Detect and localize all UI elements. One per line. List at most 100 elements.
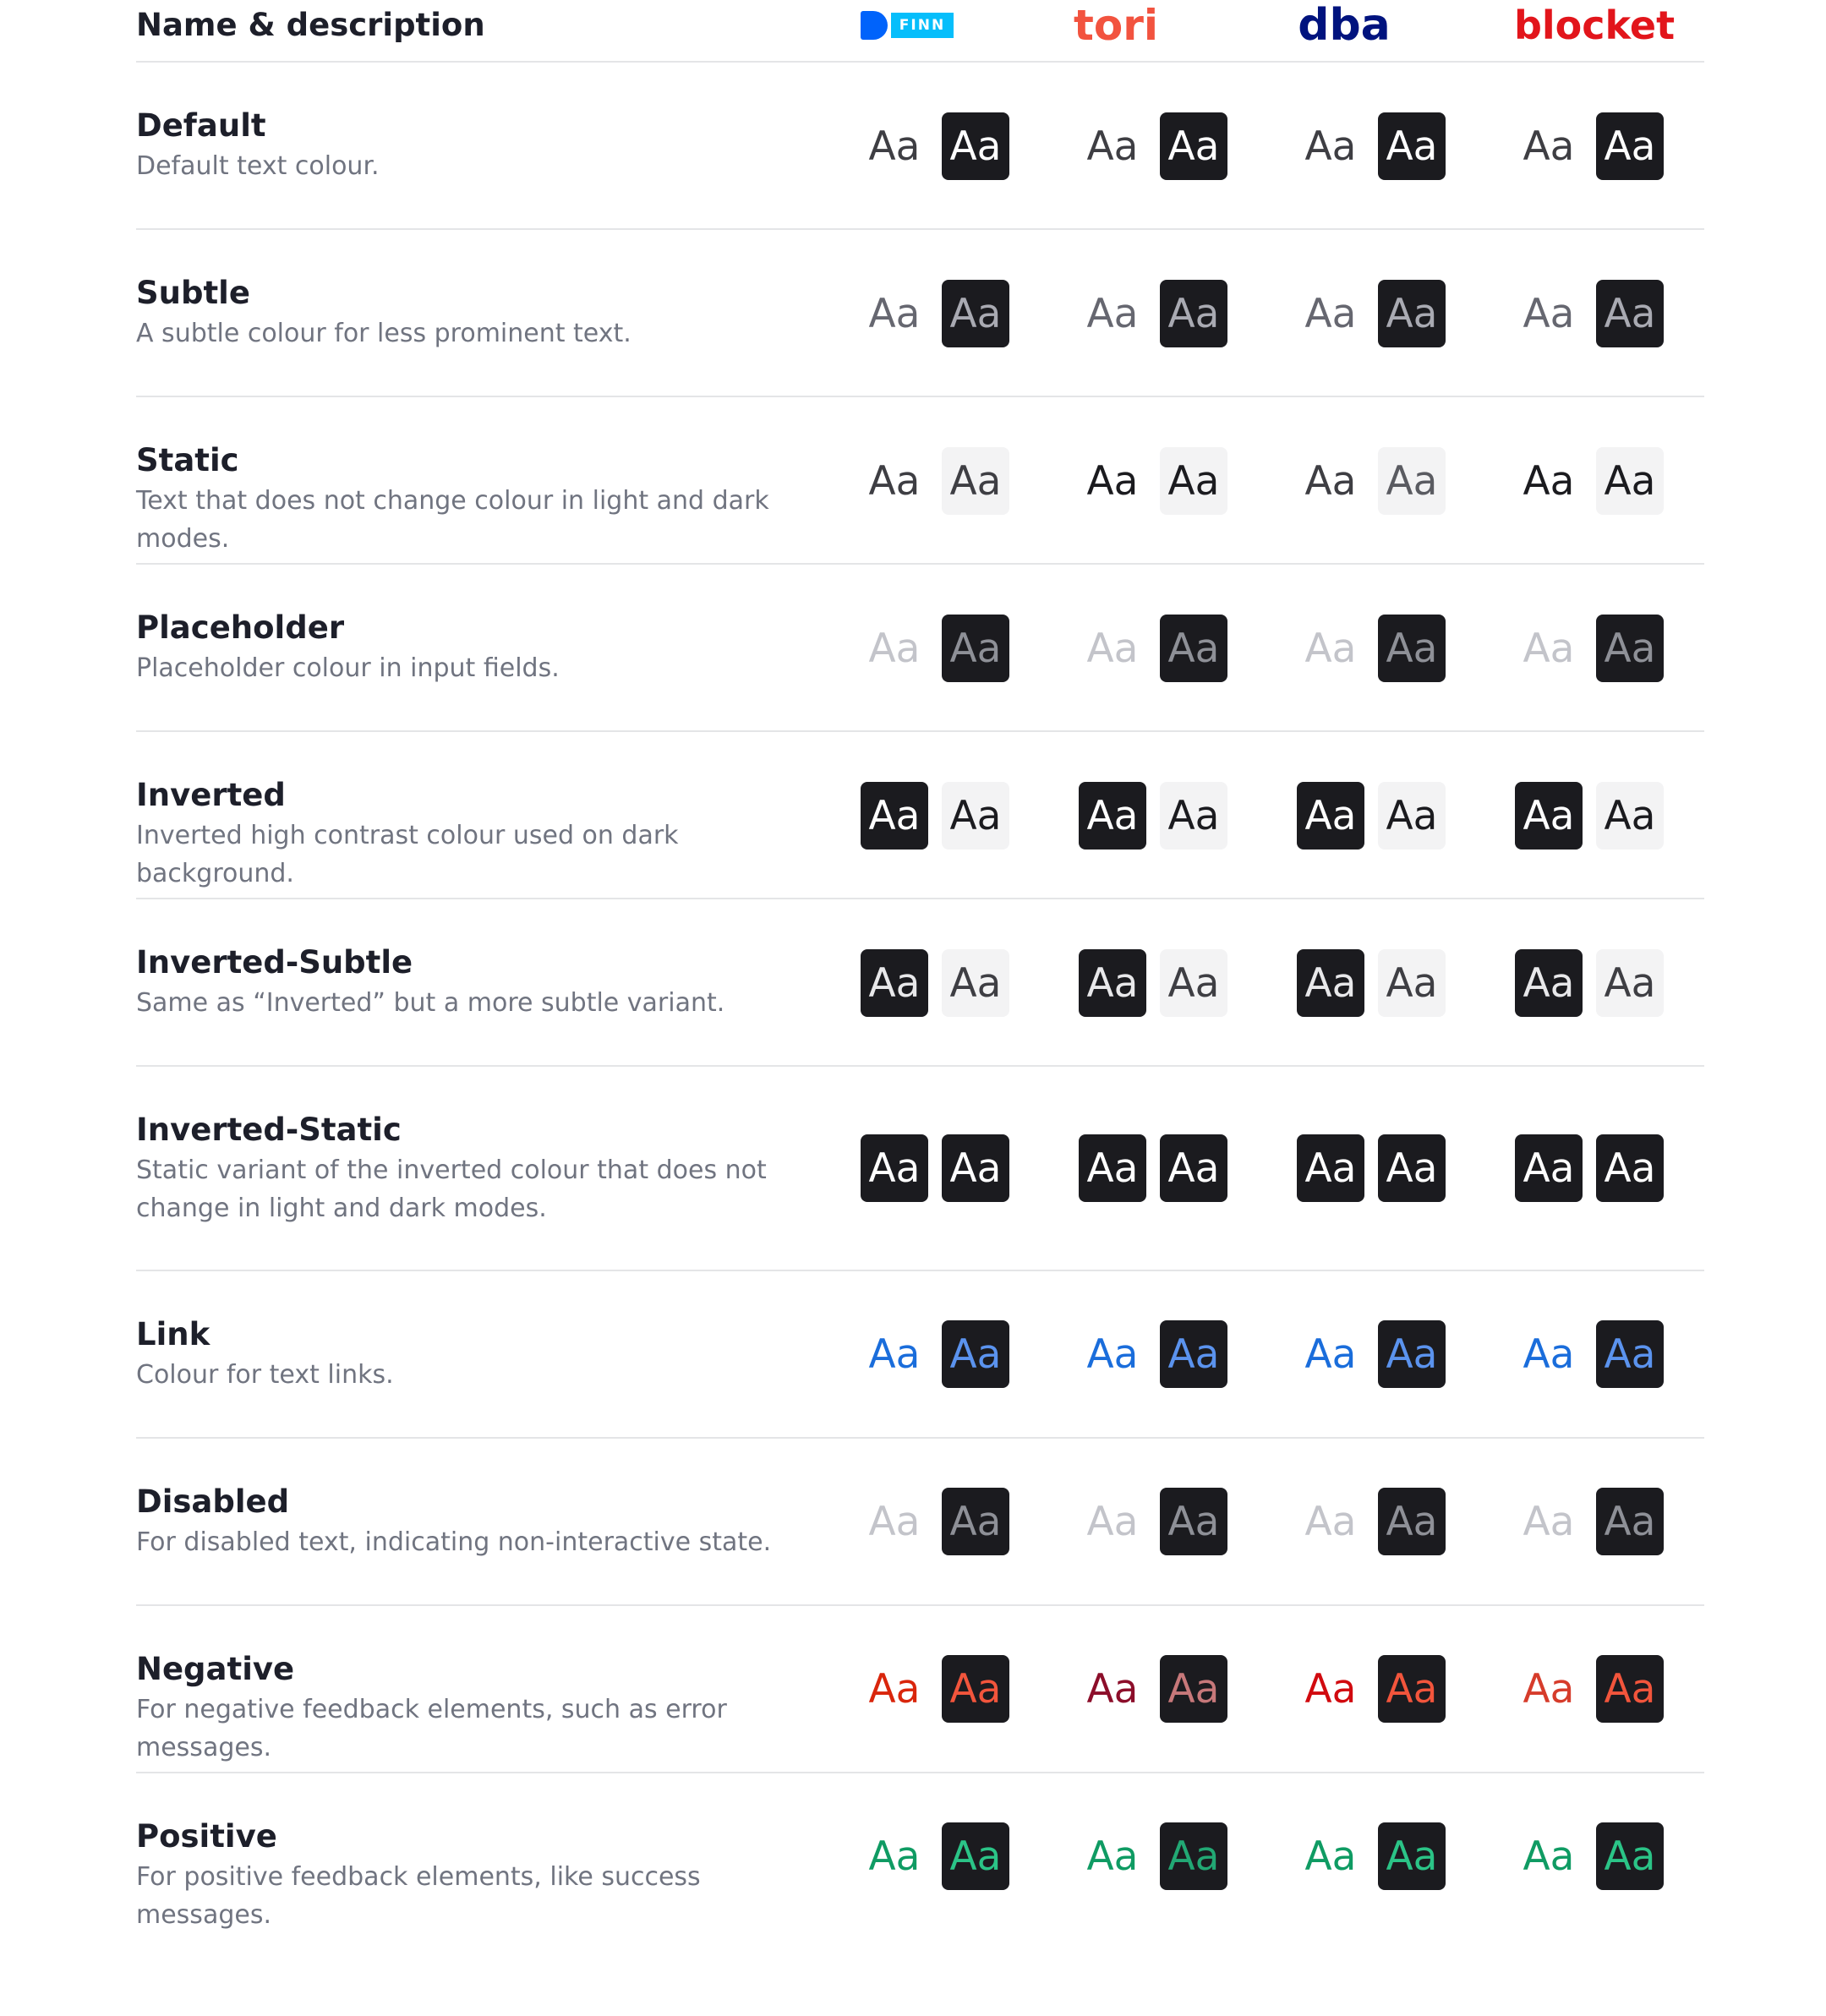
sample-dark-finn: Aa [942,112,1009,180]
sample-light-blocket: Aa [1523,625,1575,672]
token-description: Inverted high contrast colour used on da… [136,821,679,888]
sample-light-dba: Aa [1304,1330,1357,1378]
token-description: Text that does not change colour in ligh… [136,486,769,554]
column-header-name-description: Name & description [136,7,485,43]
sample-light-blocket: Aa [1523,123,1575,170]
sample-light-finn: Aa [861,1134,928,1202]
sample-light-finn: Aa [861,949,928,1017]
row-divider [136,730,1704,732]
sample-dark-blocket: Aa [1596,1655,1664,1723]
token-description: Colour for text links. [136,1360,394,1390]
token-name: Placeholder [136,609,345,646]
token-name: Negative [136,1651,295,1687]
sample-dark-blocket: Aa [1596,447,1664,515]
token-name: Link [136,1316,210,1352]
sample-light-blocket: Aa [1523,457,1575,505]
sample-light-tori: Aa [1086,457,1139,505]
token-description: For positive feedback elements, like suc… [136,1862,701,1930]
sample-dark-finn: Aa [942,1320,1009,1388]
sample-light-blocket: Aa [1523,1833,1575,1880]
sample-light-dba: Aa [1297,782,1364,850]
sample-dark-tori: Aa [1160,782,1227,850]
sample-light-finn: Aa [868,1833,921,1880]
sample-light-dba: Aa [1304,290,1357,337]
sample-light-finn: Aa [868,123,921,170]
sample-light-dba: Aa [1297,949,1364,1017]
sample-light-finn: Aa [868,1665,921,1713]
token-name: Positive [136,1818,277,1855]
sample-light-tori: Aa [1079,1134,1146,1202]
token-name: Inverted [136,777,286,813]
sample-dark-tori: Aa [1160,1134,1227,1202]
token-name: Default [136,107,266,144]
sample-dark-dba: Aa [1378,1822,1446,1890]
sample-light-dba: Aa [1297,1134,1364,1202]
sample-dark-dba: Aa [1378,1134,1446,1202]
sample-light-tori: Aa [1079,782,1146,850]
sample-dark-finn: Aa [942,1822,1009,1890]
sample-dark-dba: Aa [1378,782,1446,850]
sample-light-dba: Aa [1304,1833,1357,1880]
token-description: Static variant of the inverted colour th… [136,1156,767,1223]
sample-dark-blocket: Aa [1596,1488,1664,1555]
row-divider [136,563,1704,565]
sample-dark-tori: Aa [1160,1488,1227,1555]
sample-light-blocket: Aa [1523,290,1575,337]
sample-light-tori: Aa [1086,1665,1139,1713]
sample-light-finn: Aa [868,457,921,505]
sample-dark-finn: Aa [942,949,1009,1017]
sample-light-dba: Aa [1304,123,1357,170]
sample-dark-dba: Aa [1378,447,1446,515]
sample-dark-tori: Aa [1160,1320,1227,1388]
sample-dark-tori: Aa [1160,949,1227,1017]
sample-light-finn: Aa [868,290,921,337]
sample-dark-dba: Aa [1378,280,1446,347]
sample-light-tori: Aa [1086,625,1139,672]
sample-dark-dba: Aa [1378,112,1446,180]
sample-dark-tori: Aa [1160,112,1227,180]
sample-dark-tori: Aa [1160,447,1227,515]
row-divider [136,1604,1704,1606]
finn-logo-mark [861,11,888,40]
sample-light-blocket: Aa [1515,782,1583,850]
dba-logo: dba [1298,0,1391,51]
row-divider [136,1270,1704,1271]
token-description: Same as “Inverted” but a more subtle var… [136,988,725,1018]
sample-dark-finn: Aa [942,615,1009,682]
token-description: For negative feedback elements, such as … [136,1695,727,1762]
sample-light-tori: Aa [1086,123,1139,170]
sample-dark-dba: Aa [1378,1655,1446,1723]
row-divider [136,1065,1704,1067]
sample-dark-blocket: Aa [1596,782,1664,850]
sample-dark-blocket: Aa [1596,949,1664,1017]
sample-light-blocket: Aa [1523,1498,1575,1545]
sample-dark-blocket: Aa [1596,1320,1664,1388]
finn-logo: FINN [859,0,955,51]
token-name: Subtle [136,275,250,311]
sample-light-finn: Aa [868,1330,921,1378]
sample-light-tori: Aa [1086,290,1139,337]
sample-dark-blocket: Aa [1596,1134,1664,1202]
sample-light-dba: Aa [1304,625,1357,672]
sample-light-dba: Aa [1304,1665,1357,1713]
blocket-logo: blocket [1513,3,1676,48]
row-divider [136,898,1704,899]
sample-light-blocket: Aa [1523,1330,1575,1378]
sample-light-tori: Aa [1086,1833,1139,1880]
sample-dark-dba: Aa [1378,1320,1446,1388]
sample-dark-finn: Aa [942,1488,1009,1555]
sample-dark-dba: Aa [1378,1488,1446,1555]
row-divider [136,396,1704,397]
sample-dark-tori: Aa [1160,280,1227,347]
row-divider [136,228,1704,230]
sample-dark-finn: Aa [942,280,1009,347]
sample-dark-blocket: Aa [1596,1822,1664,1890]
sample-dark-dba: Aa [1378,615,1446,682]
tori-logo: tori [1073,1,1159,50]
sample-light-tori: Aa [1079,949,1146,1017]
sample-dark-finn: Aa [942,1134,1009,1202]
row-divider [136,1437,1704,1439]
sample-dark-finn: Aa [942,1655,1009,1723]
sample-dark-blocket: Aa [1596,280,1664,347]
token-name: Inverted-Static [136,1112,402,1148]
